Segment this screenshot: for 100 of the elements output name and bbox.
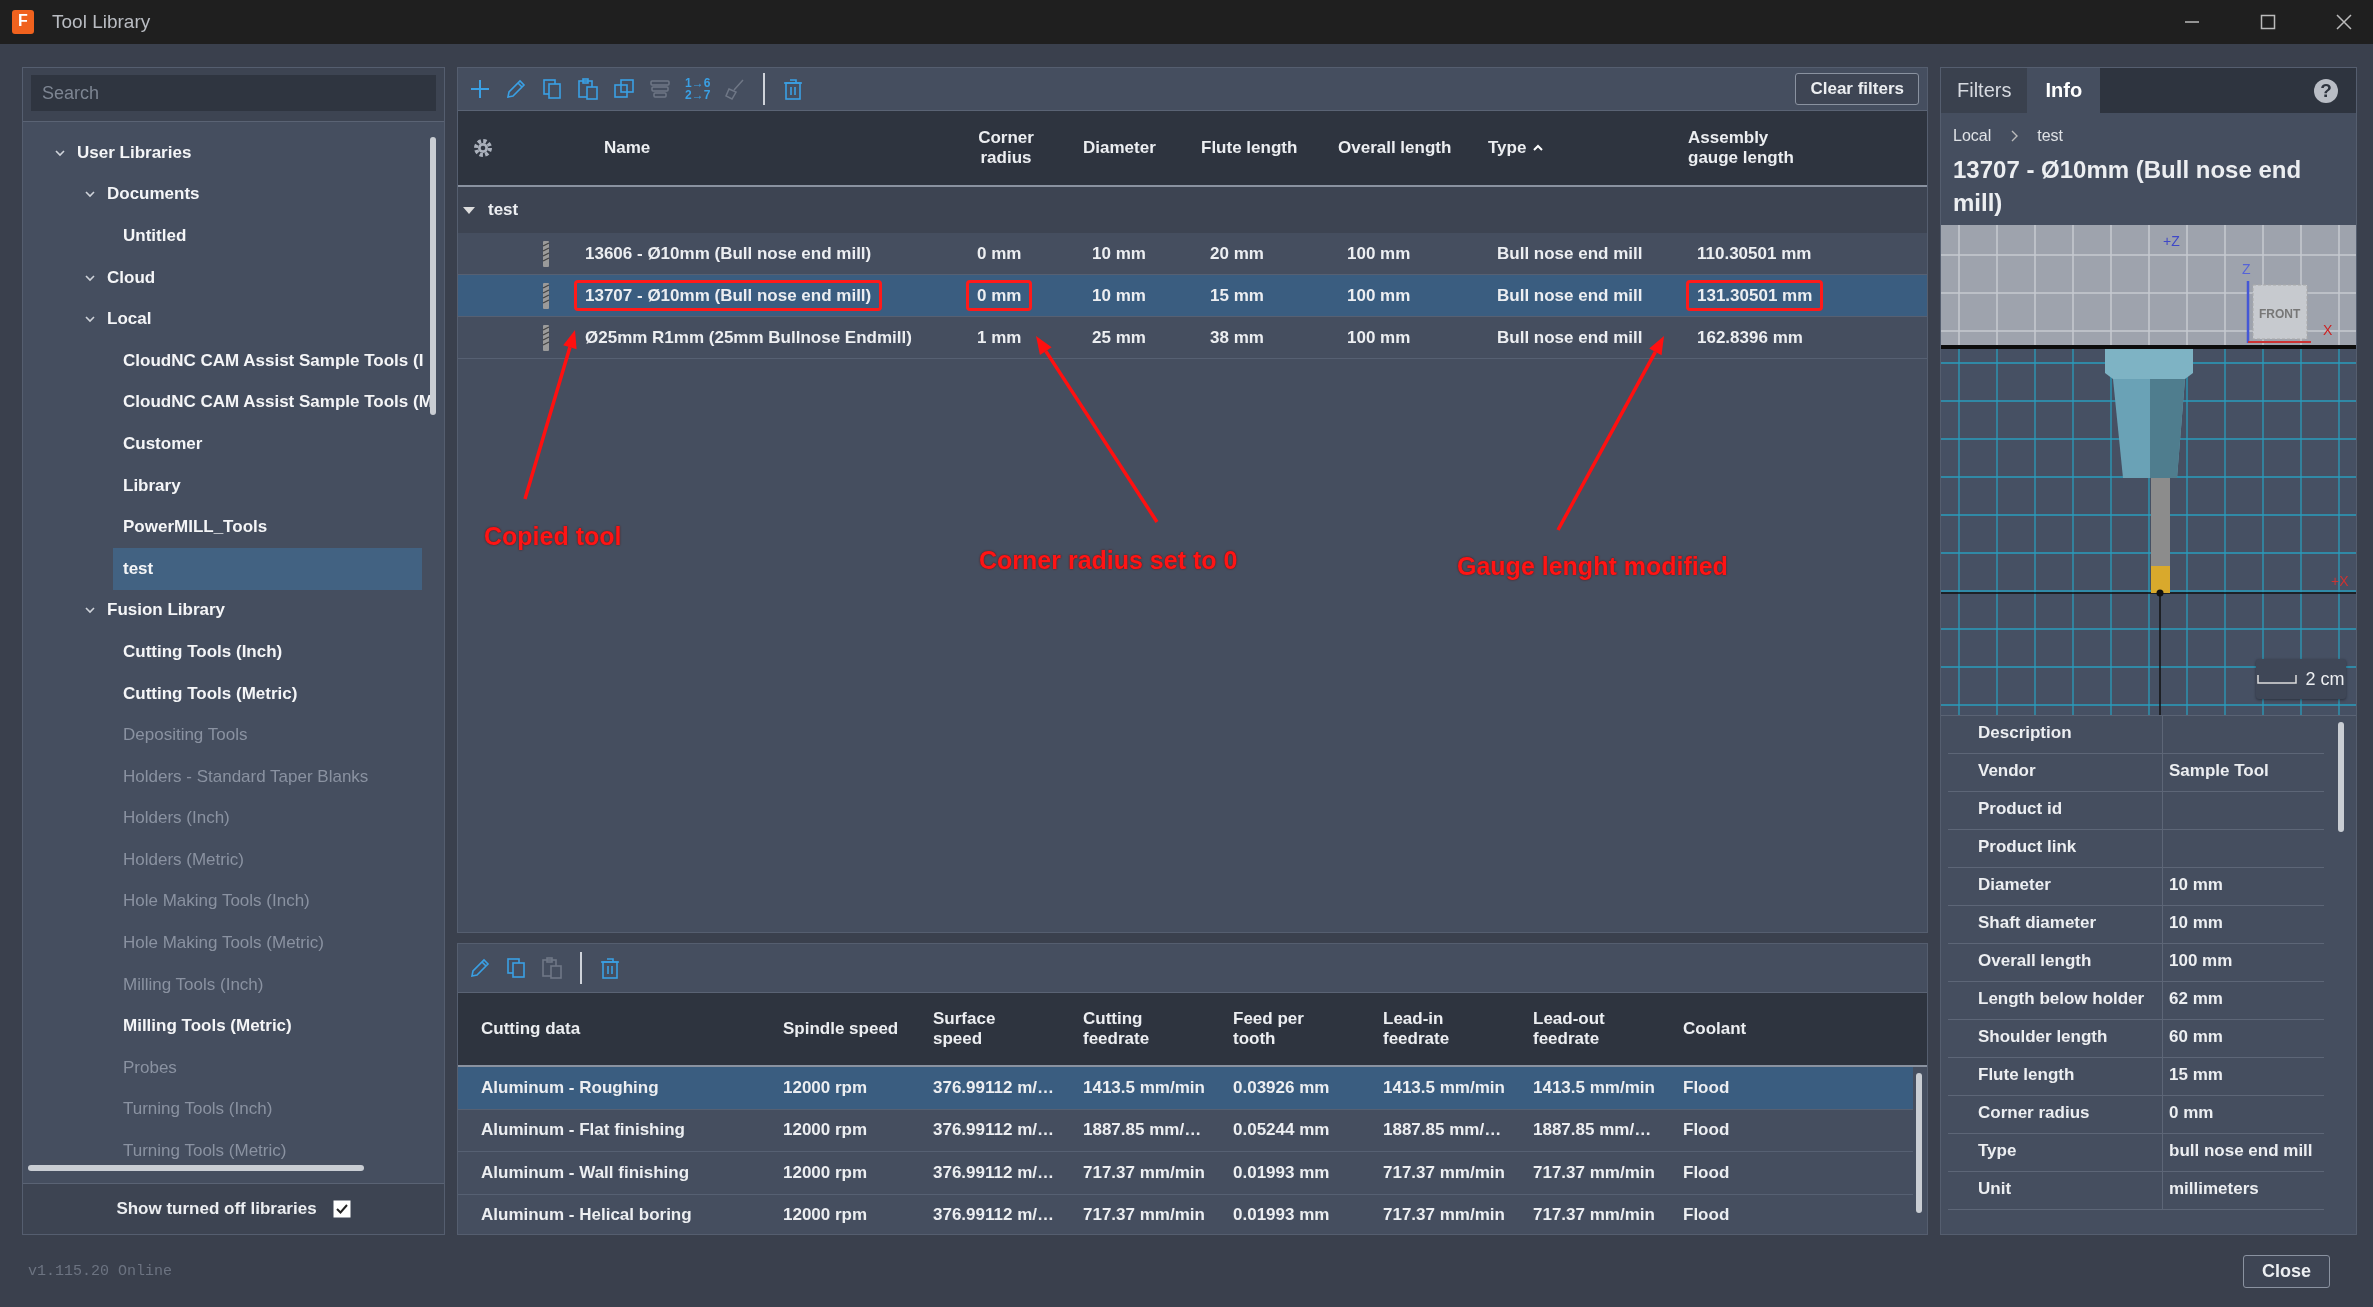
breadcrumb-link[interactable]: test [2037, 127, 2064, 145]
column-header[interactable]: Lead-in feedrate [1369, 1009, 1519, 1049]
clear-filters-button[interactable]: Clear filters [1795, 73, 1919, 105]
property-label: Corner radius [1948, 1096, 2163, 1133]
column-header[interactable]: Corner radius [956, 128, 1046, 168]
settings-icon[interactable] [472, 137, 494, 159]
table-cell-text: Aluminum - Helical boring [480, 1205, 693, 1226]
table-row[interactable]: 13707 - Ø10mm (Bull nose end mill) 0 mm 10 mm 15 mm 100 mm Bull nose end mill 131.30501 mm [458, 275, 1927, 317]
table-cell-text: 0.03926 mm [1232, 1077, 1331, 1098]
table-cell-text: 1887.85 mm/… [1082, 1120, 1203, 1141]
property-value: Sample Tool [2169, 761, 2269, 780]
scrollbar[interactable] [2338, 722, 2344, 832]
table-cell-text: 38 mm [1209, 326, 1265, 349]
property-label: Shoulder length [1948, 1020, 2163, 1057]
property-label: Shaft diameter [1948, 906, 2163, 943]
table-row[interactable]: Aluminum - Roughing 12000 rpm 376.99112 m/… 1413.5 mm/min 0.03926 mm 1413.5 mm/min 1413.5 mm/min Flood [458, 1067, 1913, 1110]
group-row[interactable]: test [458, 187, 1927, 233]
tree-item[interactable]: Cutting Tools (Inch) [113, 631, 293, 673]
tree-item[interactable]: Library [113, 464, 191, 507]
tree-item[interactable]: Local [83, 298, 162, 340]
table-cell-text: 0.05244 mm [1232, 1120, 1331, 1141]
property-value: bull nose end mill [2169, 1141, 2313, 1160]
column-header[interactable]: Cutting data [458, 1019, 769, 1039]
scrollbar[interactable] [1916, 1073, 1922, 1213]
axis-label: Z [2242, 261, 2251, 277]
property-value: 15 mm [2169, 1065, 2223, 1084]
tree-item[interactable]: test [113, 547, 422, 590]
help-button[interactable]: ? [2314, 78, 2338, 103]
table-cell-text: 15 mm [1209, 284, 1265, 307]
table-cell-text: 110.30501 mm [1696, 242, 1813, 265]
end-mill-icon [540, 324, 552, 351]
table-cell-text: 717.37 mm/min [1082, 1162, 1206, 1183]
trash-icon [598, 956, 622, 980]
table-cell-text: Flood [1682, 1120, 1731, 1141]
property-label: Vendor [1948, 754, 2163, 791]
tree-item[interactable]: Documents [83, 173, 210, 216]
tree-item[interactable]: CloudNC CAM Assist Sample Tools (I [113, 339, 434, 382]
stacked-bars-icon [648, 77, 672, 101]
app-logo: F [12, 10, 34, 34]
column-header[interactable]: Feed per tooth [1219, 1009, 1369, 1049]
column-header[interactable]: Spindle speed [769, 1019, 919, 1039]
column-header[interactable]: Flute length [1189, 138, 1326, 158]
column-header[interactable]: Surface speed [919, 1009, 1069, 1049]
breadcrumb-link[interactable]: Local [1953, 127, 1992, 145]
table-cell-text: Bull nose end mill [1496, 242, 1644, 265]
column-header[interactable]: Assembly gauge length [1676, 128, 1818, 168]
tree-item[interactable]: Fusion Library [83, 589, 236, 632]
tree-item[interactable]: Milling Tools (Metric) [113, 1005, 302, 1048]
copy-icon [504, 956, 528, 980]
checkbox-label: Show turned off libraries [116, 1199, 317, 1219]
scrollbar[interactable] [28, 1165, 364, 1171]
property-value: millimeters [2169, 1179, 2259, 1198]
tree-item[interactable]: Untitled [113, 215, 197, 257]
property-value: 10 mm [2169, 875, 2223, 894]
maximize-icon[interactable] [2259, 13, 2277, 31]
tree-item[interactable]: Cutting Tools (Metric) [113, 672, 308, 715]
axis-label: +Z [2163, 233, 2180, 249]
tree-item[interactable]: PowerMILL_Tools [113, 506, 278, 548]
column-header[interactable]: Cutting feedrate [1069, 1009, 1219, 1049]
table-cell-text: 376.99112 m/… [932, 1120, 1055, 1141]
table-cell-text: 717.37 mm/min [1382, 1205, 1506, 1226]
tab[interactable]: Info [2027, 68, 2101, 113]
column-header[interactable]: Diameter [1071, 138, 1189, 158]
annotation-label: Corner radius set to 0 [979, 546, 1238, 575]
table-cell-text: 1413.5 mm/min [1532, 1077, 1656, 1098]
close-button[interactable]: Close [2242, 1254, 2330, 1288]
checkbox[interactable] [332, 1200, 351, 1218]
close-icon[interactable] [2335, 13, 2353, 31]
view-cube[interactable] [2252, 284, 2308, 340]
property-label: Overall length [1948, 944, 2163, 981]
tree-item[interactable]: User Libraries [53, 132, 202, 174]
axis-line [2246, 281, 2312, 343]
search-field[interactable]: Search [31, 75, 436, 111]
table-cell-text: 1887.85 mm/… [1532, 1120, 1653, 1141]
tree-item[interactable]: Customer [113, 423, 213, 465]
column-header[interactable]: Name [566, 138, 956, 158]
tool-title: 13707 - Ø10mm (Bull nose end mill) [1952, 155, 2303, 218]
view-cube-label: FRONT [2259, 307, 2301, 321]
column-header[interactable]: Type [1476, 138, 1676, 158]
chevron-icon [2009, 129, 2020, 143]
table-cell-text: Aluminum - Wall finishing [480, 1162, 691, 1183]
table-cell-text: 1 mm [976, 326, 1023, 349]
duplicate-icon [612, 77, 636, 101]
column-header[interactable]: Overall length [1326, 138, 1476, 158]
table-cell-text: 100 mm [1346, 284, 1412, 307]
table-cell-text: 20 mm [1209, 242, 1265, 265]
column-header[interactable]: Coolant [1669, 1019, 1819, 1039]
tab[interactable]: Filters [1941, 68, 2028, 113]
window-title: Tool Library [52, 11, 151, 33]
tree-item[interactable]: Cloud [83, 256, 166, 299]
table-cell-text: Bull nose end mill [1496, 284, 1644, 307]
property-label: Length below holder [1948, 982, 2163, 1019]
property-value: 100 mm [2169, 951, 2233, 970]
table-cell-text: 376.99112 m/… [932, 1077, 1055, 1098]
scrollbar[interactable] [430, 137, 436, 415]
table-cell-text: 12000 rpm [782, 1162, 869, 1183]
table-cell-text: 717.37 mm/min [1382, 1162, 1506, 1183]
property-value: 60 mm [2169, 1027, 2223, 1046]
column-header[interactable]: Lead-out feedrate [1519, 1009, 1669, 1049]
table-cell-text: 12000 rpm [782, 1205, 869, 1226]
